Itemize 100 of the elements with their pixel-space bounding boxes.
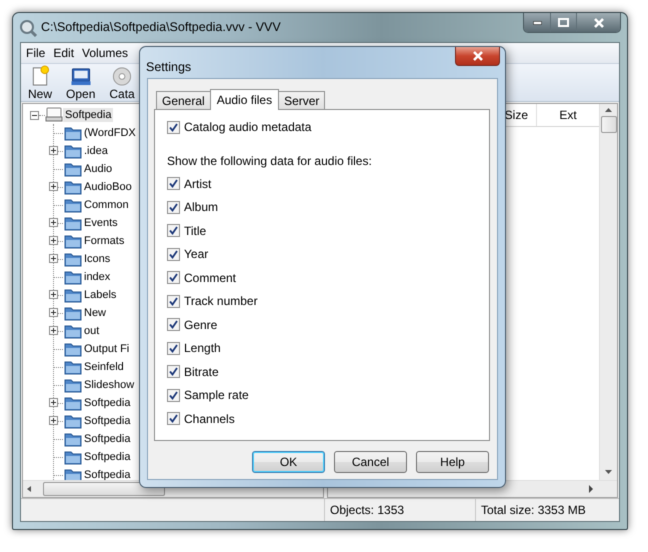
folder-icon — [64, 287, 82, 303]
app-icon — [19, 19, 37, 37]
checkbox-label: Comment — [184, 270, 236, 284]
expand-icon[interactable] — [49, 416, 58, 425]
dialog-button[interactable]: Help — [416, 451, 489, 473]
folder-icon — [64, 179, 82, 195]
checkbox[interactable] — [167, 248, 180, 260]
expand-icon[interactable] — [49, 326, 58, 335]
collapse-icon[interactable] — [30, 110, 39, 120]
expand-icon[interactable] — [49, 236, 58, 245]
expand-icon[interactable] — [49, 398, 58, 407]
folder-icon — [64, 449, 82, 465]
folder-icon — [64, 413, 82, 429]
object-count: Objects: 1353 — [324, 499, 475, 521]
folder-icon — [64, 125, 82, 141]
checkbox[interactable] — [167, 177, 180, 190]
expand-icon[interactable] — [49, 254, 58, 263]
scroll-up-icon[interactable] — [605, 108, 612, 112]
checkbox[interactable] — [167, 294, 180, 308]
close-icon — [592, 16, 606, 28]
dialog-title: Settings — [146, 60, 192, 74]
menu-item[interactable]: Volumes — [78, 46, 132, 60]
vertical-scrollbar[interactable] — [599, 104, 617, 480]
checkbox-label: Genre — [184, 318, 218, 332]
tab[interactable]: General — [156, 91, 211, 109]
tree-item[interactable]: Labels — [82, 288, 118, 302]
expand-icon[interactable] — [49, 146, 58, 155]
toolbar-button[interactable]: New — [25, 65, 56, 101]
tree-item[interactable]: index — [82, 270, 112, 284]
minimize-button[interactable] — [524, 13, 550, 32]
tree-item[interactable]: (WordFDX — [82, 126, 138, 140]
folder-icon — [64, 215, 82, 231]
tree-item[interactable]: Audio — [82, 162, 114, 176]
tree-item[interactable]: Slideshow — [82, 378, 136, 392]
checkbox-label: Bitrate — [184, 364, 219, 378]
tree-item[interactable]: Softpedia — [82, 414, 132, 428]
folder-icon — [64, 377, 82, 393]
checkbox[interactable] — [167, 342, 180, 354]
scroll-left-icon[interactable] — [27, 486, 31, 492]
checkbox-label: Album — [184, 200, 218, 214]
dialog-button[interactable]: OK — [252, 451, 325, 473]
tree-item[interactable]: Common — [82, 198, 131, 212]
menu-item[interactable]: File — [22, 46, 50, 60]
scroll-right-icon[interactable] — [589, 485, 593, 493]
expand-icon[interactable] — [49, 218, 58, 227]
expand-icon[interactable] — [49, 308, 58, 317]
tree-item[interactable]: New — [82, 306, 108, 320]
checkbox-label: Year — [184, 247, 208, 261]
folder-icon — [64, 341, 82, 357]
tree-item[interactable]: Seinfeld — [82, 360, 126, 374]
scrollbar-thumb[interactable] — [600, 116, 616, 133]
tree-item[interactable]: Icons — [82, 252, 112, 266]
folder-icon — [64, 269, 82, 285]
checkbox[interactable] — [167, 271, 180, 284]
checkbox[interactable] — [167, 318, 180, 331]
close-button[interactable] — [576, 13, 620, 32]
toolbar-button[interactable]: Cata — [106, 65, 138, 101]
tree-item[interactable]: Softpedia — [82, 396, 132, 410]
tree-item[interactable]: Formats — [82, 234, 126, 248]
tab[interactable]: Audio files — [210, 89, 280, 110]
checkbox[interactable] — [167, 224, 180, 237]
tree-item[interactable]: AudioBoo — [82, 180, 134, 194]
tree-item[interactable]: out — [82, 324, 102, 338]
checkbox[interactable] — [167, 200, 180, 214]
scroll-down-icon[interactable] — [605, 470, 612, 474]
tree-item[interactable]: Softpedia — [82, 468, 132, 480]
folder-icon — [64, 161, 82, 177]
tree-item[interactable]: Softpedia — [82, 450, 132, 464]
checkbox-label: Catalog audio metadata — [184, 120, 312, 134]
checkbox[interactable] — [167, 388, 180, 402]
checkbox-label: Title — [184, 224, 206, 238]
close-icon — [470, 50, 484, 62]
maximize-button[interactable] — [550, 13, 576, 32]
maximize-icon — [558, 18, 569, 27]
total-size: Total size: 3353 MB — [475, 499, 619, 521]
minimize-icon — [532, 20, 542, 24]
toolbar-button[interactable]: Open — [63, 65, 98, 101]
tree-item[interactable]: .idea — [82, 144, 110, 158]
menu-item[interactable]: Edit — [49, 46, 78, 60]
tree-item[interactable]: Events — [82, 216, 120, 230]
tab[interactable]: Server — [278, 91, 326, 109]
checkbox-label: Track number — [184, 294, 258, 308]
checkbox-label: Artist — [184, 176, 212, 190]
folder-icon — [64, 431, 82, 447]
checkbox[interactable] — [167, 120, 180, 134]
folder-icon — [64, 467, 82, 480]
tree-item[interactable]: Softpedia — [82, 432, 132, 446]
checkbox[interactable] — [167, 412, 180, 425]
expand-icon[interactable] — [49, 290, 58, 299]
checkbox[interactable] — [167, 365, 180, 378]
tree-item[interactable]: Output Fi — [82, 342, 132, 356]
folder-icon — [64, 359, 82, 375]
folder-icon — [64, 143, 82, 159]
close-button[interactable] — [455, 47, 500, 66]
expand-icon[interactable] — [49, 182, 58, 191]
group-label: Show the following data for audio files: — [167, 154, 373, 168]
tree-item[interactable]: Softpedia — [63, 108, 114, 122]
folder-icon — [64, 305, 82, 321]
scrollbar-thumb[interactable] — [43, 482, 165, 496]
dialog-button[interactable]: Cancel — [334, 451, 407, 473]
